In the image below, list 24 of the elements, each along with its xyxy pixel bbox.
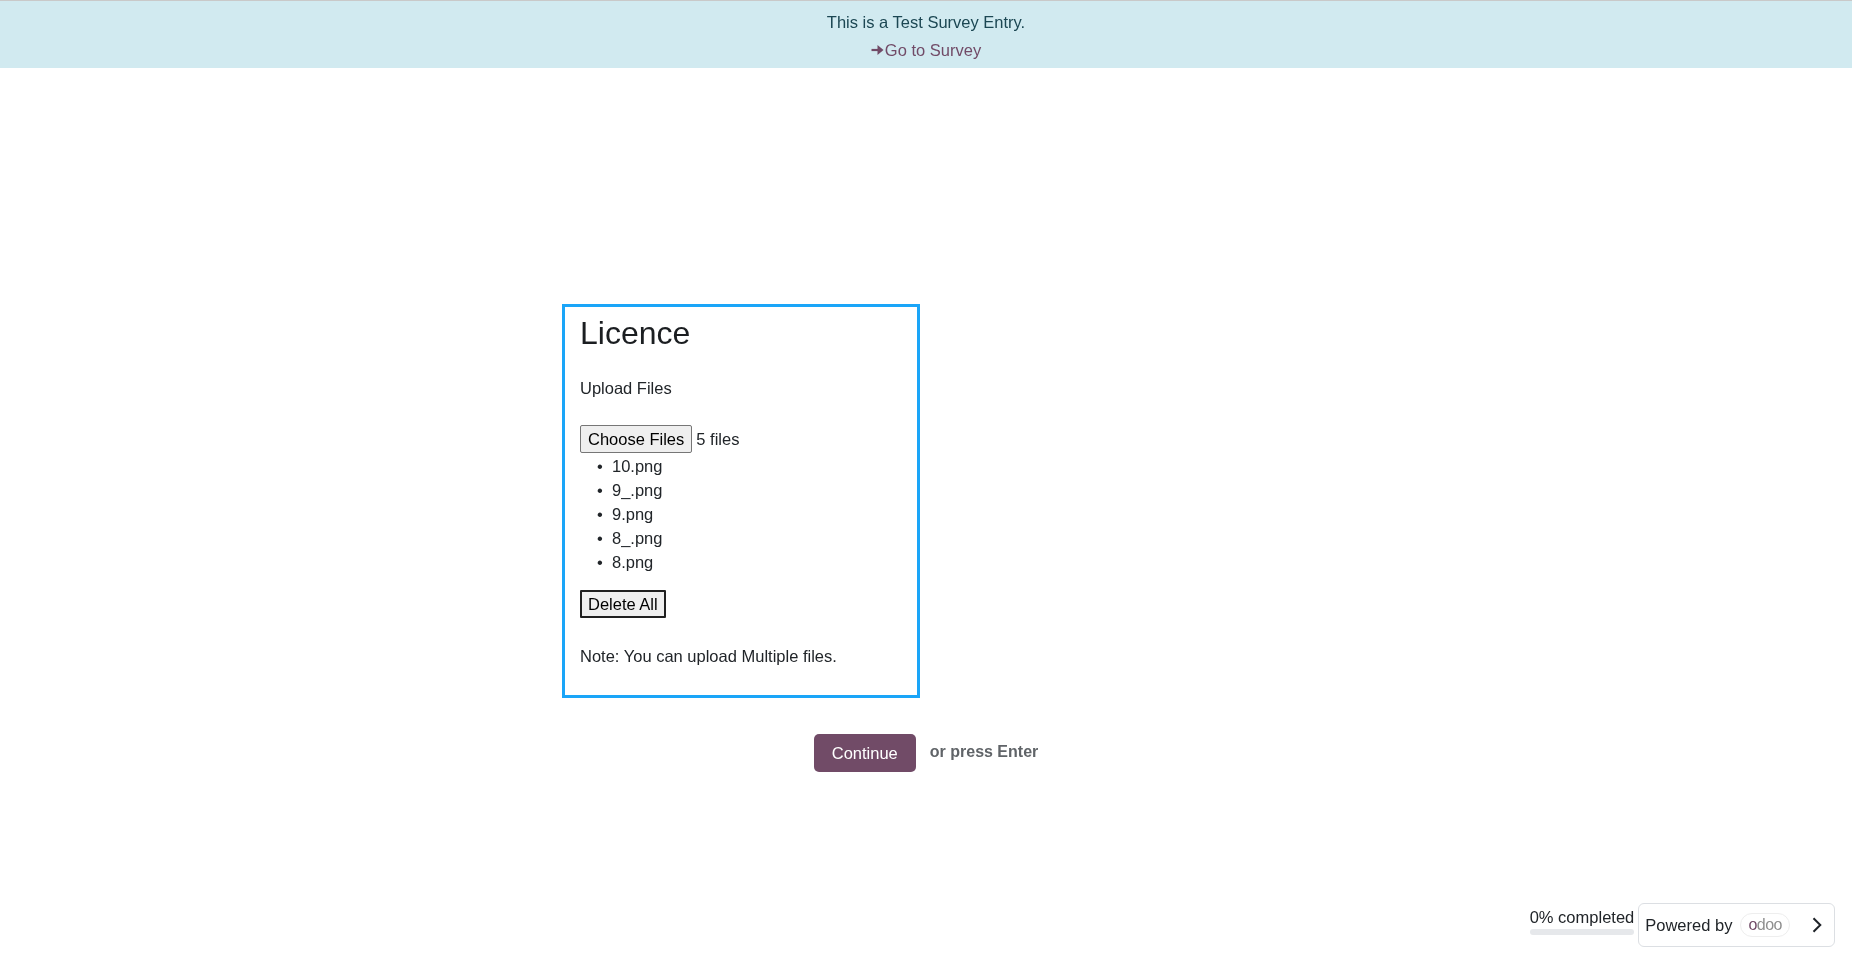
note-text: Note: You can upload Multiple files. bbox=[580, 646, 838, 667]
delete-all-button[interactable]: Delete All bbox=[580, 590, 666, 618]
file-name: 9_.png bbox=[612, 480, 663, 501]
choose-files-button[interactable]: Choose Files bbox=[580, 425, 693, 453]
list-bullet: • bbox=[597, 480, 604, 501]
chevron-right-icon[interactable] bbox=[1812, 917, 1822, 933]
progress-label: 0% completed bbox=[1529, 907, 1635, 928]
list-bullet: • bbox=[597, 552, 604, 573]
powered-by-label: Powered by bbox=[1645, 915, 1733, 935]
banner-message: This is a Test Survey Entry. bbox=[826, 12, 1026, 33]
question-title: Licence bbox=[580, 314, 692, 352]
file-name: 8.png bbox=[612, 552, 654, 573]
file-count: 5 files bbox=[696, 429, 740, 450]
list-bullet: • bbox=[597, 456, 604, 477]
list-bullet: • bbox=[597, 504, 604, 525]
file-name: 10.png bbox=[612, 456, 663, 477]
file-name: 9.png bbox=[612, 504, 654, 525]
list-bullet: • bbox=[597, 528, 604, 549]
arrow-right-icon bbox=[870, 44, 884, 56]
press-enter-hint: or press Enter bbox=[929, 742, 1039, 761]
file-name: 8_.png bbox=[612, 528, 663, 549]
question-label: Upload Files bbox=[580, 378, 673, 399]
continue-button[interactable]: Continue bbox=[813, 734, 916, 772]
go-to-survey-link[interactable]: Go to Survey bbox=[870, 38, 982, 62]
